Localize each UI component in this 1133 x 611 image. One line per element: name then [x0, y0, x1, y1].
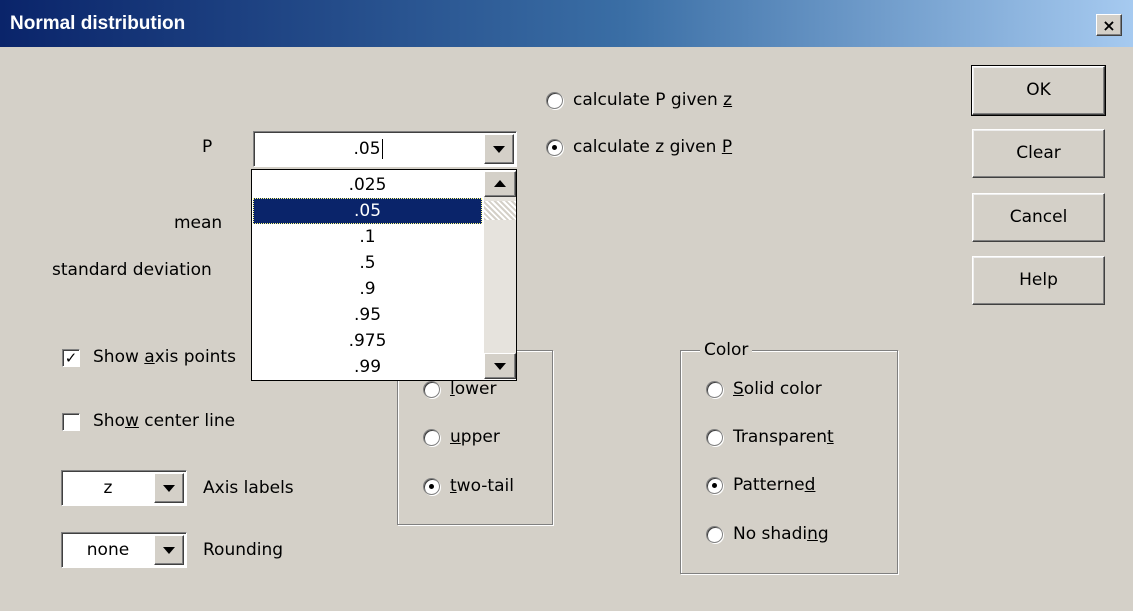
show-center-line-label: Show center line: [93, 411, 236, 431]
dropdown-option[interactable]: .5: [253, 250, 482, 276]
label-lower: lower: [450, 379, 497, 399]
chevron-down-icon: [163, 547, 175, 554]
axis-labels-select[interactable]: z: [61, 470, 187, 506]
label-calc-p-given-z: calculate P given z: [573, 90, 733, 110]
p-label: P: [202, 137, 213, 157]
chevron-down-icon: [163, 485, 175, 492]
radio-two-tail[interactable]: [423, 478, 440, 495]
p-value[interactable]: .05: [254, 132, 482, 166]
radio-upper[interactable]: [423, 429, 440, 446]
radio-transparent[interactable]: [706, 429, 723, 446]
p-combobox[interactable]: .05: [253, 131, 517, 167]
dropdown-option[interactable]: .9: [253, 276, 482, 302]
p-dropdown-button[interactable]: [484, 134, 514, 164]
dropdown-scrollbar[interactable]: [484, 171, 516, 379]
p-dropdown-list[interactable]: .025 .05 .1 .5 .9 .95 .975 .99: [251, 169, 517, 381]
dropdown-option[interactable]: .99: [253, 354, 482, 378]
sd-label: standard deviation: [52, 260, 212, 280]
help-button[interactable]: Help: [972, 256, 1105, 305]
dropdown-option[interactable]: .025: [253, 172, 482, 198]
label-no-shading: No shading: [733, 524, 829, 544]
axis-labels-dropdown-button[interactable]: [154, 473, 184, 503]
label-patterned: Patterned: [733, 475, 816, 495]
clear-button[interactable]: Clear: [972, 129, 1105, 178]
scroll-thumb[interactable]: [484, 201, 516, 220]
close-icon: ×: [1102, 16, 1116, 35]
axis-labels-value: z: [103, 478, 113, 498]
chevron-down-icon: [493, 146, 505, 153]
dropdown-option[interactable]: .1: [253, 224, 482, 250]
radio-calc-p-given-z[interactable]: [546, 92, 563, 109]
radio-patterned[interactable]: [706, 477, 723, 494]
label-solid-color: Solid color: [733, 379, 822, 399]
chevron-up-icon: [494, 180, 506, 187]
radio-lower[interactable]: [423, 381, 440, 398]
cancel-button[interactable]: Cancel: [972, 193, 1105, 242]
label-calc-z-given-p: calculate z given P: [573, 137, 733, 157]
label-upper: upper: [450, 427, 500, 447]
label-two-tail: two-tail: [450, 476, 514, 496]
scroll-up-button[interactable]: [484, 171, 516, 197]
rounding-label: Rounding: [203, 540, 284, 560]
dropdown-option[interactable]: .95: [253, 302, 482, 328]
rounding-select[interactable]: none: [61, 532, 187, 568]
radio-calc-z-given-p[interactable]: [546, 139, 563, 156]
close-button[interactable]: ×: [1096, 14, 1122, 36]
radio-solid-color[interactable]: [706, 381, 723, 398]
axis-labels-label: Axis labels: [203, 478, 294, 498]
ok-button[interactable]: OK: [971, 65, 1106, 116]
dropdown-option-selected[interactable]: .05: [253, 198, 482, 224]
show-axis-points-label: Show axis points: [93, 347, 236, 367]
color-group-title: Color: [700, 340, 753, 360]
label-transparent: Transparent: [733, 427, 834, 447]
radio-no-shading[interactable]: [706, 526, 723, 543]
show-center-line-checkbox[interactable]: [62, 413, 80, 431]
scroll-down-button[interactable]: [484, 353, 516, 379]
dropdown-option[interactable]: .975: [253, 328, 482, 354]
window-title: Normal distribution: [10, 13, 186, 34]
rounding-value: none: [86, 540, 130, 560]
show-axis-points-checkbox[interactable]: ✓: [62, 349, 80, 367]
mean-label: mean: [174, 213, 223, 233]
rounding-dropdown-button[interactable]: [154, 535, 184, 565]
chevron-down-icon: [494, 363, 506, 370]
